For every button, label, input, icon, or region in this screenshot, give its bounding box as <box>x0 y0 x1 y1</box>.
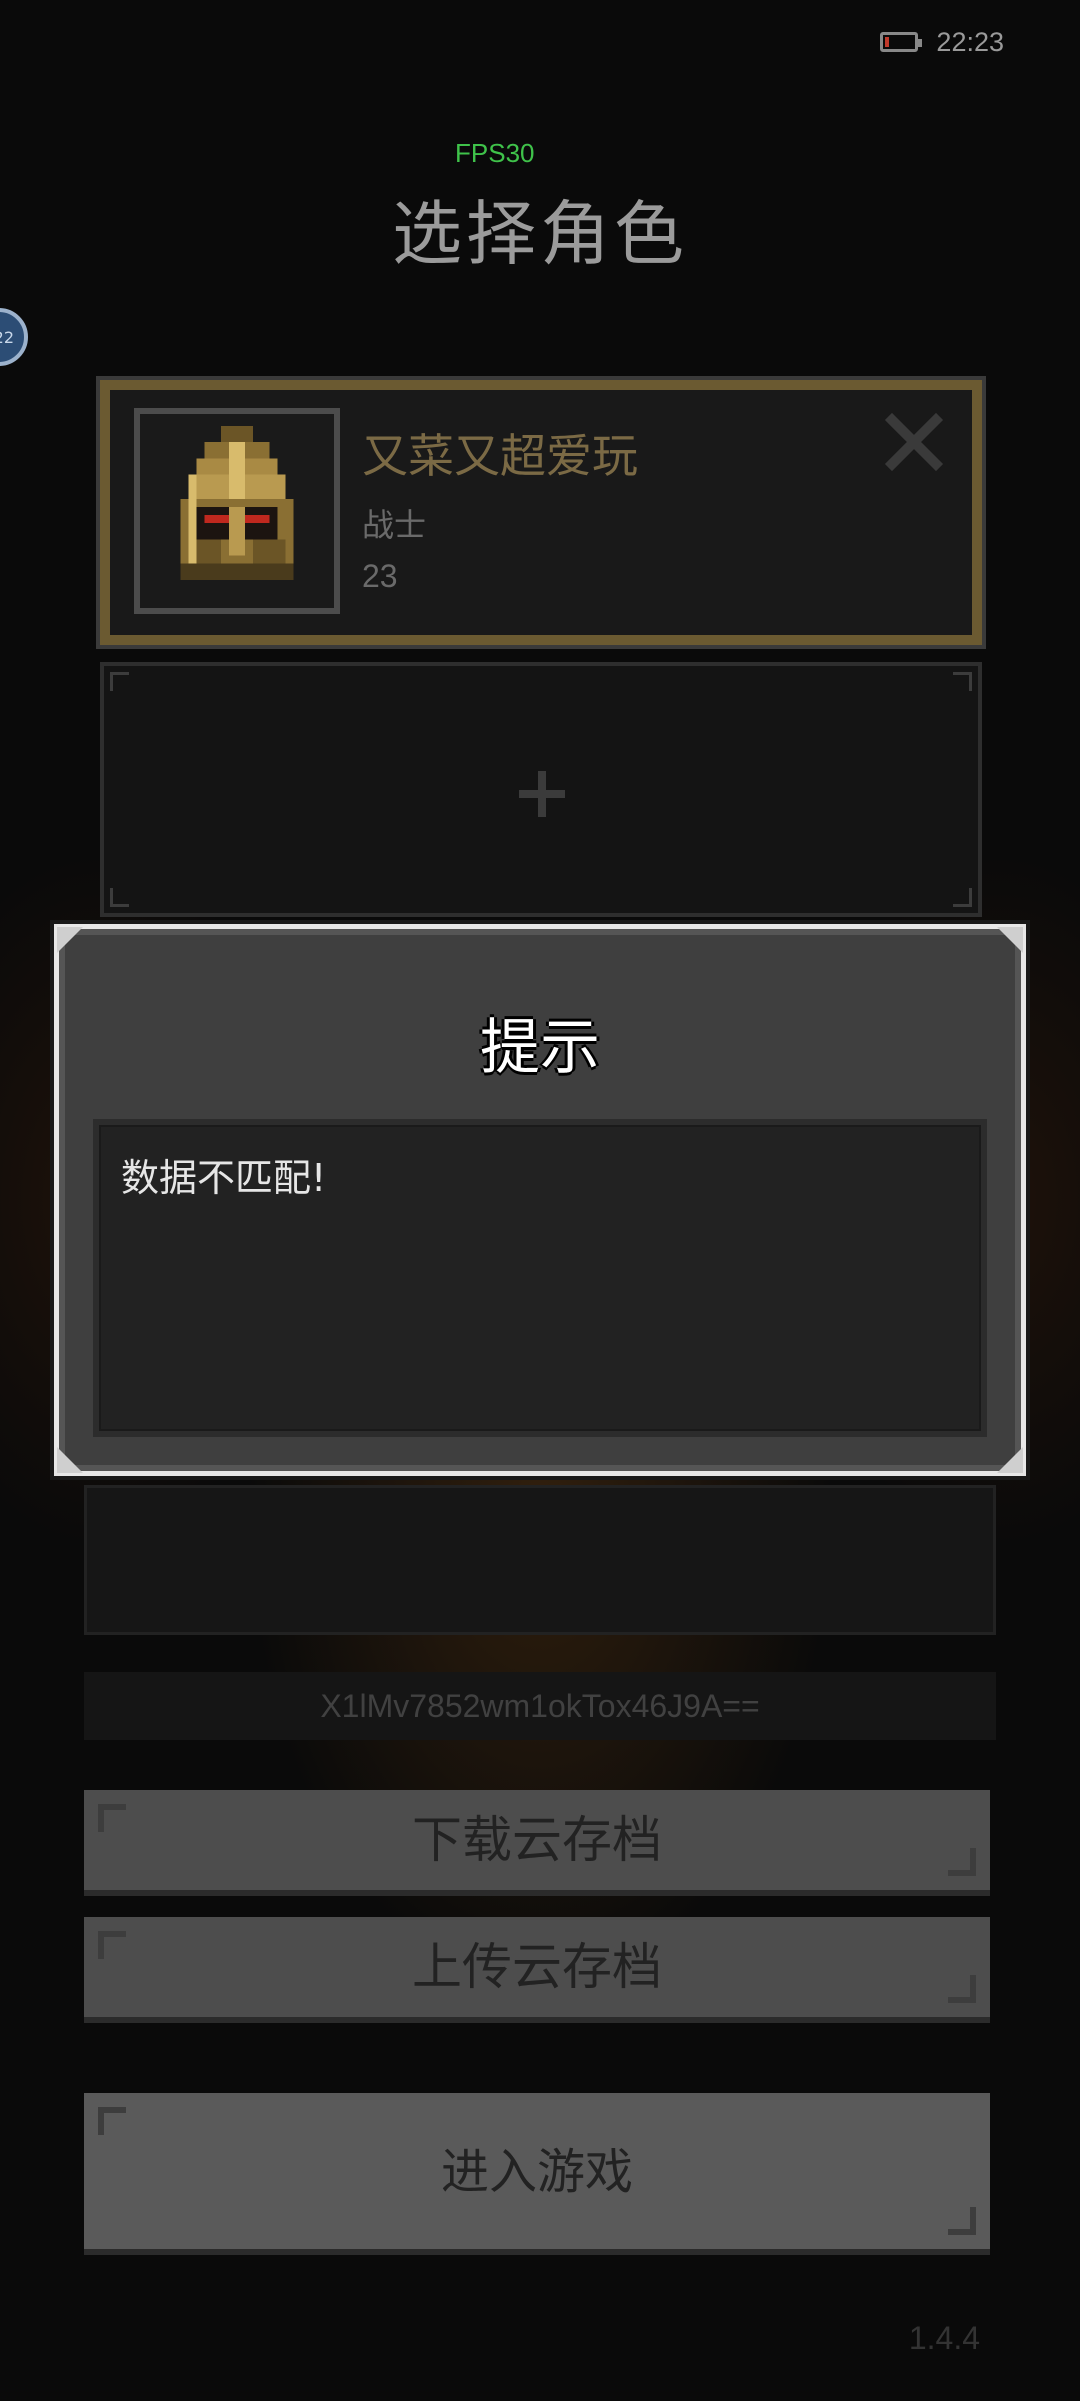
dialog-message: 数据不匹配! <box>121 1156 327 1200</box>
version-label: 1.4.4 <box>908 2320 980 2356</box>
enter-game-button[interactable]: 进入游戏 <box>84 2093 990 2255</box>
character-portrait <box>134 408 340 614</box>
upload-cloud-save-button[interactable]: 上传云存档 <box>84 1917 990 2023</box>
side-badge-label: 22 <box>0 327 14 347</box>
download-cloud-save-button[interactable]: 下载云存档 <box>84 1790 990 1896</box>
plus-icon <box>519 771 565 817</box>
battery-low-icon <box>880 32 923 52</box>
character-level: 23 <box>362 558 398 594</box>
enter-game-label: 进入游戏 <box>440 2144 633 2200</box>
character-name: 又菜又超爱玩 <box>362 429 638 483</box>
download-cloud-save-label: 下载云存档 <box>412 1811 662 1869</box>
character-slot-1[interactable]: 又菜又超爱玩 战士 23 <box>100 380 982 645</box>
close-icon[interactable] <box>882 410 946 474</box>
fps-counter: FPS30 <box>455 138 535 168</box>
status-bar: 22:23 <box>880 22 1004 62</box>
dialog-title: 提示 <box>480 1013 600 1083</box>
status-time: 22:23 <box>936 26 1004 57</box>
upload-cloud-save-label: 上传云存档 <box>412 1938 662 1996</box>
dialog-message-box: 数据不匹配! <box>93 1119 987 1437</box>
character-slot-hidden <box>84 1485 996 1635</box>
character-slot-empty[interactable] <box>100 662 982 917</box>
save-code: X1lMv7852wm1okTox46J9A== <box>84 1672 996 1740</box>
warrior-helmet-icon <box>180 426 294 580</box>
character-class: 战士 <box>362 506 427 544</box>
alert-dialog[interactable]: 提示 数据不匹配! <box>54 924 1026 1476</box>
page-title: 选择角色 <box>392 193 688 275</box>
